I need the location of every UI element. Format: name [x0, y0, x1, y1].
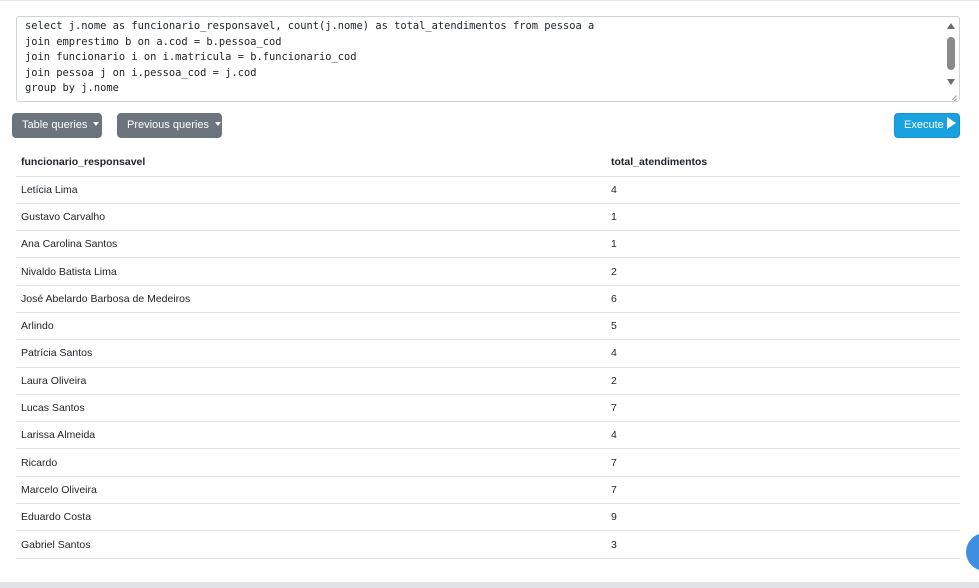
cell-total-atendimentos: 7	[606, 476, 960, 505]
scrollbar-thumb[interactable]	[947, 37, 955, 70]
table-row: Nivaldo Batista Lima 2	[16, 257, 960, 286]
table-row: Gabriel Santos 3	[16, 530, 960, 559]
cell-total-atendimentos: 1	[606, 230, 960, 259]
scroll-down-arrow-icon[interactable]	[947, 79, 955, 85]
table-row: Arlindo 5	[16, 312, 960, 341]
cell-total-atendimentos: 4	[606, 339, 960, 368]
play-icon	[946, 117, 956, 129]
cell-funcionario-responsavel: Gustavo Carvalho	[16, 203, 606, 232]
table-row: Letícia Lima 4	[16, 176, 960, 204]
table-row: Lucas Santos 7	[16, 394, 960, 423]
column-header: funcionario_responsavel	[16, 148, 606, 177]
table-row: Larissa Almeida 4	[16, 421, 960, 450]
cell-funcionario-responsavel: Patrícia Santos	[16, 339, 606, 368]
table-row: José Abelardo Barbosa de Medeiros 6	[16, 285, 960, 313]
caret-down-icon	[93, 122, 100, 126]
cell-funcionario-responsavel: Laura Oliveira	[16, 367, 606, 395]
table-row: Laura Oliveira 2	[16, 367, 960, 395]
table-row: Gustavo Carvalho 1	[16, 203, 960, 232]
cell-total-atendimentos: 4	[606, 421, 960, 450]
cell-funcionario-responsavel: Larissa Almeida	[16, 421, 606, 450]
sql-query-text[interactable]: select j.nome as funcionario_responsavel…	[25, 19, 939, 97]
cell-total-atendimentos: 7	[606, 448, 960, 477]
results-header-row: funcionario_responsavel total_atendiment…	[16, 148, 960, 177]
previous-queries-label: Previous queries	[127, 119, 209, 131]
cell-funcionario-responsavel: Gabriel Santos	[16, 530, 606, 559]
table-row: Marcelo Oliveira 7	[16, 476, 960, 505]
execute-label: Execute	[904, 119, 944, 131]
table-row: Eduardo Costa 9	[16, 503, 960, 532]
table-queries-label: Table queries	[22, 119, 88, 131]
cell-funcionario-responsavel: Letícia Lima	[16, 176, 606, 204]
cell-total-atendimentos: 9	[606, 503, 960, 532]
caret-down-icon	[214, 122, 221, 126]
bottom-border	[0, 582, 979, 588]
cell-funcionario-responsavel: José Abelardo Barbosa de Medeiros	[16, 285, 606, 313]
table-queries-button[interactable]: Table queries	[12, 113, 102, 138]
table-row: Ana Carolina Santos 1	[16, 230, 960, 259]
table-row: Patrícia Santos 4	[16, 339, 960, 368]
cell-funcionario-responsavel: Ricardo	[16, 448, 606, 477]
previous-queries-button[interactable]: Previous queries	[117, 113, 222, 138]
execute-button[interactable]: Execute	[894, 113, 960, 138]
cell-funcionario-responsavel: Nivaldo Batista Lima	[16, 257, 606, 286]
cell-total-atendimentos: 6	[606, 285, 960, 313]
column-header: total_atendimentos	[606, 148, 960, 177]
sql-query-editor[interactable]: select j.nome as funcionario_responsavel…	[16, 16, 960, 102]
cell-total-atendimentos: 2	[606, 257, 960, 286]
scroll-up-arrow-icon[interactable]	[947, 23, 955, 29]
editor-scrollbar[interactable]	[945, 19, 957, 85]
cell-total-atendimentos: 5	[606, 312, 960, 341]
cell-funcionario-responsavel: Lucas Santos	[16, 394, 606, 423]
results-table: funcionario_responsavel total_atendiment…	[16, 148, 960, 559]
cell-funcionario-responsavel: Eduardo Costa	[16, 503, 606, 532]
cell-funcionario-responsavel: Ana Carolina Santos	[16, 230, 606, 259]
table-row: Ricardo 7	[16, 448, 960, 477]
cell-total-atendimentos: 4	[606, 176, 960, 204]
cell-funcionario-responsavel: Marcelo Oliveira	[16, 476, 606, 505]
cell-funcionario-responsavel: Arlindo	[16, 312, 606, 341]
cell-total-atendimentos: 2	[606, 367, 960, 395]
cell-total-atendimentos: 7	[606, 394, 960, 423]
resize-handle-icon[interactable]	[947, 89, 957, 99]
cell-total-atendimentos: 3	[606, 530, 960, 559]
cell-total-atendimentos: 1	[606, 203, 960, 232]
